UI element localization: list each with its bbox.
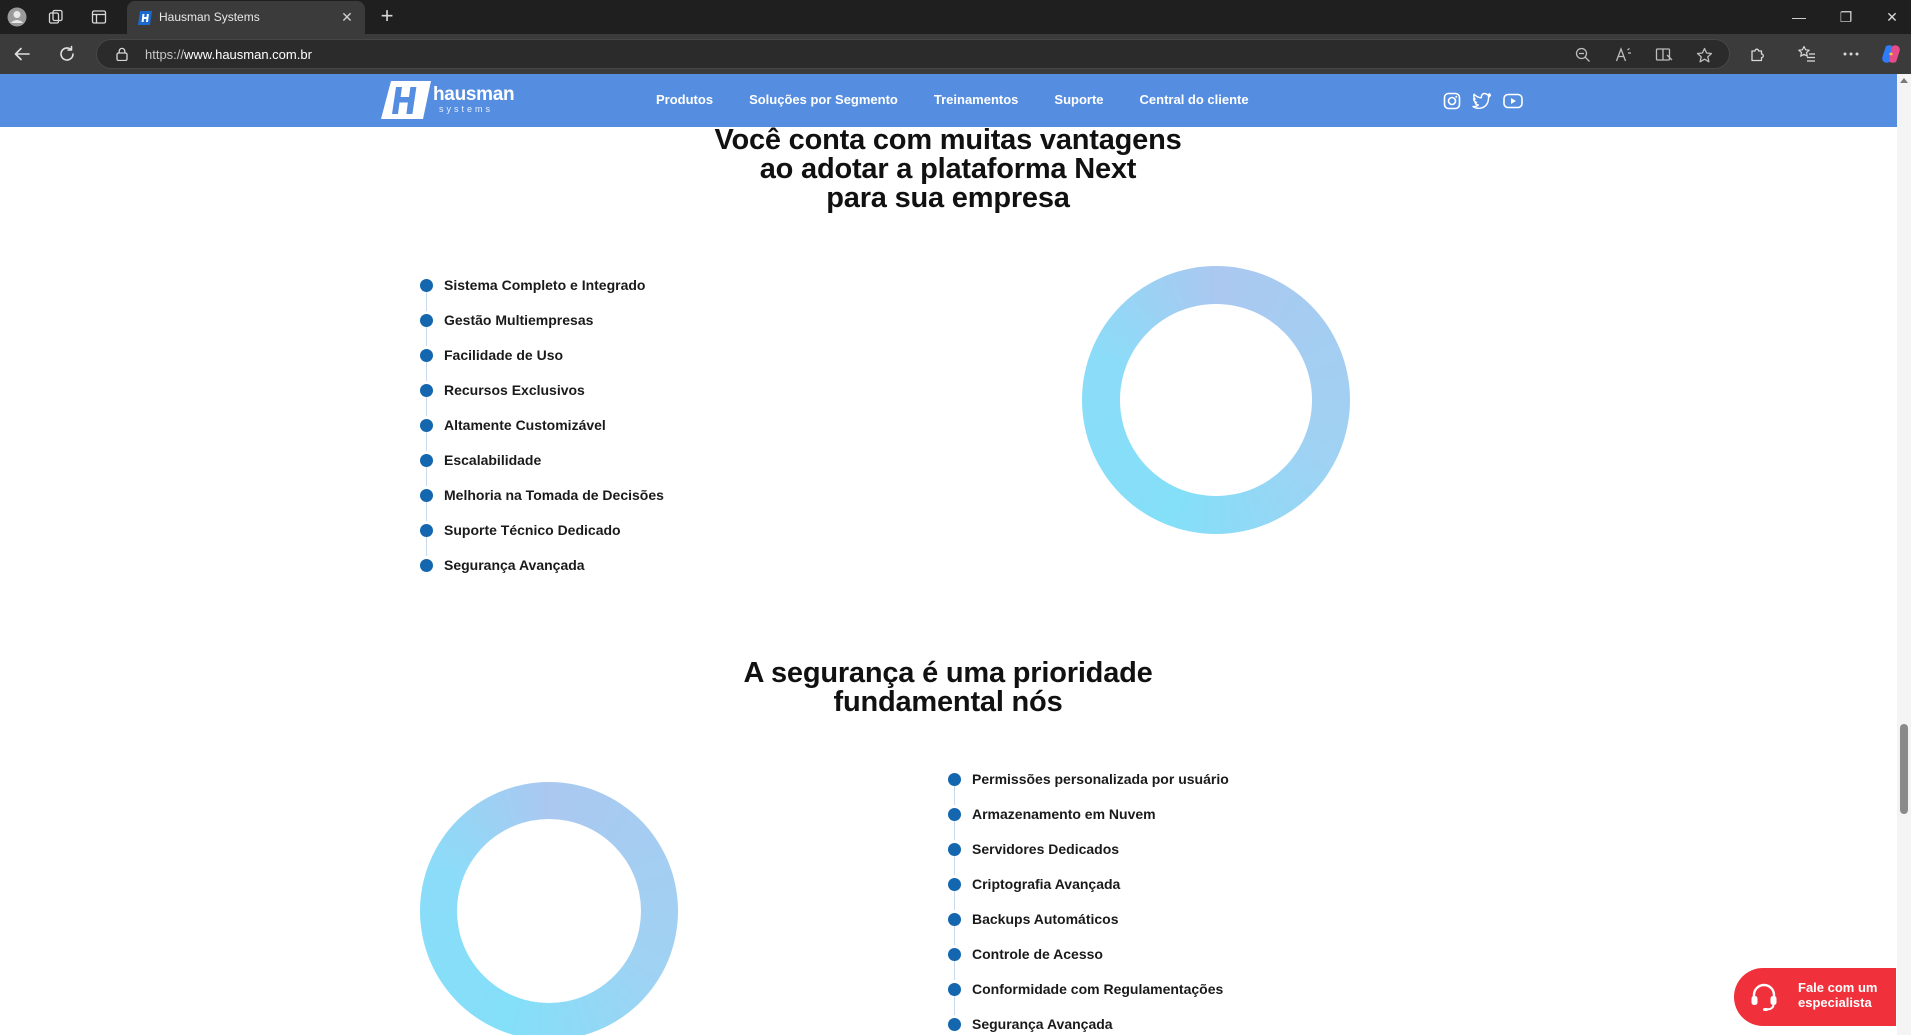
list-item: Melhoria na Tomada de Decisões bbox=[420, 486, 664, 521]
restore-button[interactable]: ❐ bbox=[1831, 5, 1861, 29]
list-item: Facilidade de Uso bbox=[420, 346, 664, 381]
site-header: hausman systems Produtos Soluções por Se… bbox=[0, 74, 1897, 127]
page-scrollbar[interactable] bbox=[1897, 74, 1911, 1035]
profile-avatar-icon[interactable] bbox=[7, 7, 27, 27]
talk-to-specialist-button[interactable]: Fale com um especialista bbox=[1734, 968, 1896, 1026]
address-bar[interactable]: https://www.hausman.com.br bbox=[96, 39, 1730, 69]
list-item: Escalabilidade bbox=[420, 451, 664, 486]
tab-title: Hausman Systems bbox=[159, 10, 260, 24]
nav-produtos[interactable]: Produtos bbox=[656, 92, 713, 107]
copilot-icon[interactable] bbox=[1880, 43, 1902, 65]
list-item: Altamente Customizável bbox=[420, 416, 664, 451]
list-item: Recursos Exclusivos bbox=[420, 381, 664, 416]
browser-titlebar: Hausman Systems ✕ + — ❐ ✕ bbox=[0, 0, 1911, 34]
advantages-list: Sistema Completo e Integrado Gestão Mult… bbox=[420, 276, 664, 591]
cta-label-line: Fale com um bbox=[1798, 980, 1878, 995]
nav-suporte[interactable]: Suporte bbox=[1054, 92, 1103, 107]
lock-icon[interactable] bbox=[115, 47, 129, 61]
workspaces-icon[interactable] bbox=[46, 7, 66, 27]
hausman-logo[interactable]: hausman systems bbox=[381, 79, 515, 121]
advantages-heading-line: ao adotar a plataforma Next bbox=[759, 153, 1137, 185]
advantages-heading-line: para sua empresa bbox=[826, 182, 1070, 214]
list-item: Controle de Acesso bbox=[948, 945, 1229, 980]
immersive-reader-icon[interactable] bbox=[1655, 46, 1673, 64]
headset-icon bbox=[1751, 983, 1777, 1011]
scrollbar-thumb[interactable] bbox=[1900, 724, 1908, 814]
advantages-heading: Você conta com muitas vantagens ao adota… bbox=[660, 126, 1236, 213]
list-item: Segurança Avançada bbox=[948, 1015, 1229, 1035]
list-item: Sistema Completo e Integrado bbox=[420, 276, 664, 311]
zoom-out-icon[interactable] bbox=[1574, 46, 1592, 64]
nav-treinamentos[interactable]: Treinamentos bbox=[934, 92, 1019, 107]
instagram-icon[interactable] bbox=[1442, 91, 1462, 111]
list-item: Armazenamento em Nuvem bbox=[948, 805, 1229, 840]
youtube-icon[interactable] bbox=[1503, 91, 1523, 111]
nav-solucoes-por-segmento[interactable]: Soluções por Segmento bbox=[749, 92, 898, 107]
twitter-icon[interactable] bbox=[1472, 91, 1492, 111]
list-item: Criptografia Avançada bbox=[948, 875, 1229, 910]
vertical-tabs-icon[interactable] bbox=[89, 7, 109, 27]
logo-subtitle: systems bbox=[439, 104, 494, 114]
logo-wordmark: hausman bbox=[433, 84, 515, 105]
browser-toolbar: https://www.hausman.com.br bbox=[0, 34, 1911, 74]
security-list: Permissões personalizada por usuário Arm… bbox=[948, 770, 1229, 1035]
list-item: Servidores Dedicados bbox=[948, 840, 1229, 875]
favorites-list-icon[interactable] bbox=[1796, 43, 1818, 65]
favorite-star-icon[interactable] bbox=[1695, 46, 1713, 64]
scroll-up-arrow-icon[interactable] bbox=[1900, 78, 1908, 83]
main-navigation: Produtos Soluções por Segmento Treinamen… bbox=[656, 92, 1285, 107]
cta-label: Fale com um especialista bbox=[1798, 980, 1897, 1010]
url-scheme: https:// bbox=[145, 47, 185, 62]
reload-icon[interactable] bbox=[56, 43, 78, 65]
advantages-heading-line: Você conta com muitas vantagens bbox=[714, 124, 1182, 156]
new-tab-button[interactable]: + bbox=[376, 5, 398, 28]
page-viewport: hausman systems Produtos Soluções por Se… bbox=[0, 74, 1897, 1035]
url-host: www.hausman.com.br bbox=[184, 47, 312, 62]
cta-label-line: especialista bbox=[1798, 995, 1872, 1010]
security-heading-line: fundamental nós bbox=[833, 686, 1063, 718]
minimize-button[interactable]: — bbox=[1784, 5, 1814, 29]
back-arrow-icon[interactable] bbox=[11, 43, 33, 65]
decorative-ring bbox=[1082, 266, 1350, 534]
security-heading: A segurança é uma prioridade fundamental… bbox=[660, 659, 1236, 717]
more-options-icon[interactable] bbox=[1840, 43, 1862, 65]
close-window-button[interactable]: ✕ bbox=[1877, 5, 1907, 29]
url-text: https://www.hausman.com.br bbox=[145, 47, 312, 62]
extensions-puzzle-icon[interactable] bbox=[1747, 43, 1769, 65]
list-item: Suporte Técnico Dedicado bbox=[420, 521, 664, 556]
read-aloud-icon[interactable] bbox=[1615, 46, 1633, 64]
tab-hausman-systems[interactable]: Hausman Systems ✕ bbox=[127, 1, 365, 34]
tab-close-icon[interactable]: ✕ bbox=[339, 9, 355, 25]
security-heading-line: A segurança é uma prioridade bbox=[743, 657, 1153, 689]
site-favicon-icon bbox=[138, 11, 152, 25]
hausman-logo-mark bbox=[381, 81, 431, 119]
list-item: Backups Automáticos bbox=[948, 910, 1229, 945]
list-item: Conformidade com Regulamentações bbox=[948, 980, 1229, 1015]
list-item: Gestão Multiempresas bbox=[420, 311, 664, 346]
nav-central-do-cliente[interactable]: Central do cliente bbox=[1140, 92, 1249, 107]
list-item: Segurança Avançada bbox=[420, 556, 664, 591]
decorative-ring bbox=[420, 782, 678, 1035]
list-item: Permissões personalizada por usuário bbox=[948, 770, 1229, 805]
